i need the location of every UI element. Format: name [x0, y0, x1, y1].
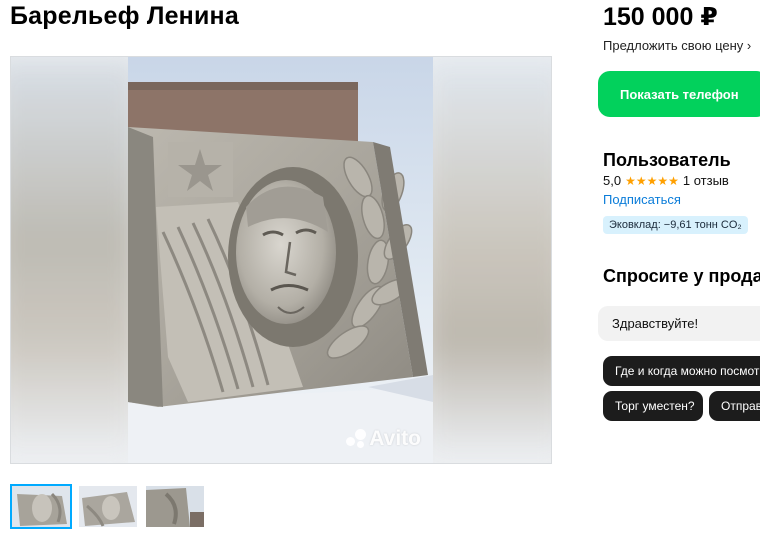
show-phone-button[interactable]: Показать телефон — [598, 71, 760, 117]
thumbnail-strip — [10, 484, 206, 529]
main-photo[interactable]: Avito — [128, 57, 433, 463]
subscribe-button[interactable]: Подписаться — [603, 192, 681, 207]
ask-seller-title: Спросите у прода — [603, 266, 760, 286]
photo-gallery[interactable]: Avito — [10, 56, 552, 464]
question-chip-send[interactable]: Отправ — [709, 391, 760, 421]
seller-name[interactable]: Пользователь — [603, 150, 731, 171]
watermark-text: Avito — [369, 427, 421, 450]
offer-price-link[interactable]: Предложить свою цену › — [603, 38, 751, 53]
thumbnail-2[interactable] — [77, 484, 139, 529]
listing-title: Барельеф Ленина — [10, 2, 239, 30]
bas-relief-image — [128, 57, 433, 463]
rating-stars-icon: ★★★★★ — [625, 173, 679, 188]
thumbnail-3[interactable] — [144, 484, 206, 529]
eco-badge: Эковклад: −9,61 тонн CO₂ — [603, 216, 748, 234]
question-chip-where-when[interactable]: Где и когда можно посмотр — [603, 356, 760, 386]
message-input[interactable]: Здравствуйте! — [598, 306, 760, 341]
avito-watermark: Avito — [346, 427, 421, 451]
avito-logo-icon — [346, 429, 367, 449]
thumbnail-1[interactable] — [10, 484, 72, 529]
rating-value: 5,0 — [603, 173, 622, 188]
reviews-link[interactable]: 1 отзыв — [683, 173, 729, 188]
gallery-blur-right — [421, 57, 551, 463]
seller-rating: 5,0 ★★★★★ 1 отзыв — [603, 173, 729, 188]
gallery-blur-left — [11, 57, 141, 463]
question-chip-bargain[interactable]: Торг уместен? — [603, 391, 703, 421]
price: 150 000 ₽ — [603, 3, 718, 31]
listing-page: Барельеф Ленина Avito 150 000 ₽ Предложи… — [0, 0, 760, 543]
